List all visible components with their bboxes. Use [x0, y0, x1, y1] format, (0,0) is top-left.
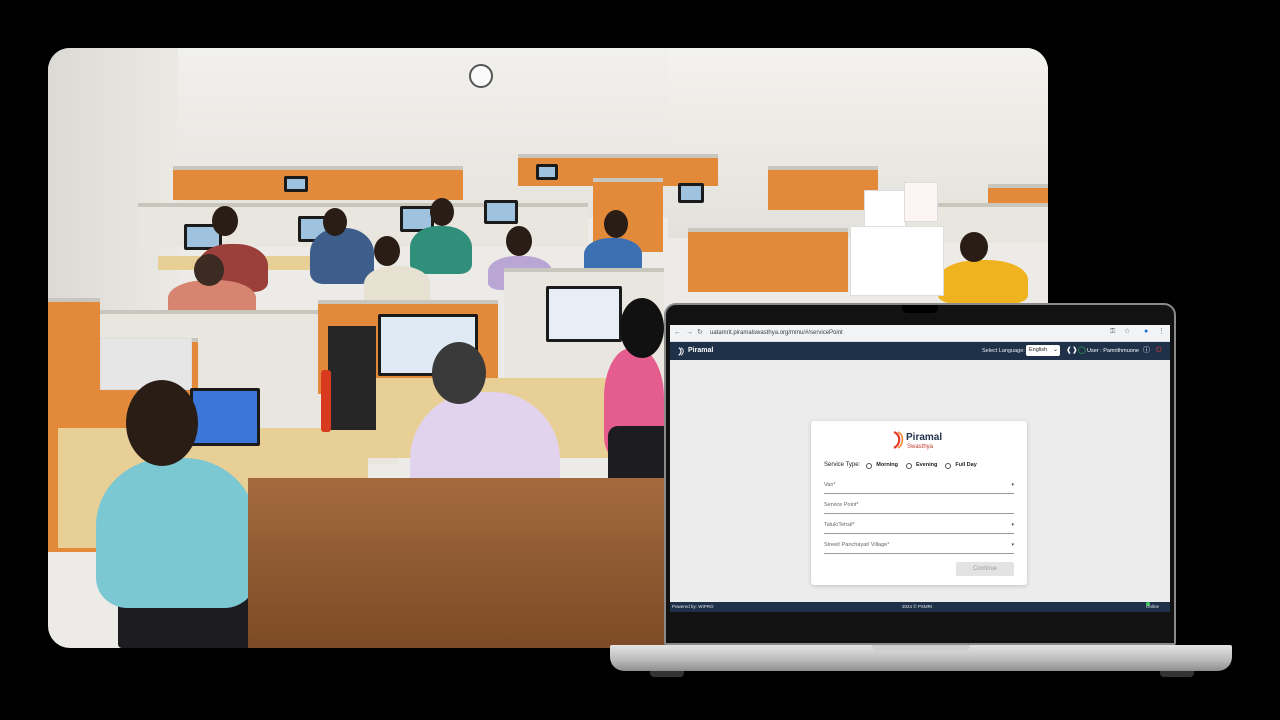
- person-head: [620, 298, 664, 358]
- service-point-card: Piramal Swasthya Service Type: Morning E…: [811, 421, 1027, 585]
- app-footer: Powered by: WIPRO 2024 © PSMRI Online: [670, 602, 1170, 612]
- person: [938, 260, 1028, 304]
- laptop-foot: [650, 671, 684, 677]
- profile-icon[interactable]: ●: [1144, 328, 1148, 336]
- service-type-label: Service Type:: [824, 462, 861, 468]
- piramal-logo-icon: [893, 431, 904, 449]
- app-screen: ← → ↻ uatamrit.piramalswasthya.org/mmu/#…: [670, 325, 1170, 612]
- star-icon[interactable]: ☆: [1124, 328, 1130, 336]
- arrow-right-icon[interactable]: →: [686, 329, 693, 336]
- radio-full-day[interactable]: [945, 462, 952, 469]
- cubicle-panel: [688, 228, 848, 292]
- arrow-left-icon[interactable]: ←: [674, 329, 681, 336]
- person-head: [432, 342, 486, 404]
- laptop-screen: [190, 388, 260, 446]
- brand: Piramal: [677, 346, 713, 356]
- wall-clock-icon: [469, 64, 493, 88]
- copyright-text: 2024 © PSMRI: [902, 604, 933, 609]
- brand-name: Piramal: [688, 347, 714, 354]
- monitor: [546, 286, 622, 342]
- poster: [904, 182, 938, 222]
- online-label: Online: [1146, 604, 1160, 609]
- van-select[interactable]: Van* ▾: [824, 481, 1014, 494]
- person-head: [126, 380, 198, 466]
- help-icon[interactable]: ⓘ: [1143, 346, 1150, 356]
- person-head: [604, 210, 628, 238]
- radio-morning[interactable]: [866, 462, 873, 469]
- cpu-tower: [328, 326, 376, 430]
- person-head: [960, 232, 988, 262]
- person-head: [194, 254, 224, 286]
- browser-address-bar: ← → ↻ uatamrit.piramalswasthya.org/mmu/#…: [670, 325, 1170, 342]
- accessibility-icon[interactable]: ❰❱: [1066, 346, 1078, 356]
- taluk-select[interactable]: Taluk/Tehsil* ▾: [824, 521, 1014, 534]
- caret-down-icon: ▾: [1011, 542, 1014, 548]
- person: [96, 458, 256, 608]
- poster: [864, 190, 906, 228]
- status-icon: ◯: [1078, 347, 1086, 354]
- caret-down-icon: ▾: [1011, 522, 1014, 528]
- option-evening[interactable]: Evening: [916, 461, 937, 470]
- street-label: Street/ Panchayat/ Village*: [824, 542, 890, 548]
- taluk-label: Taluk/Tehsil*: [824, 522, 855, 528]
- main-content: Piramal Swasthya Service Type: Morning E…: [670, 360, 1170, 602]
- option-full-day[interactable]: Full Day: [955, 461, 976, 470]
- power-icon[interactable]: ⏻: [1156, 346, 1162, 356]
- laptop-base: [610, 645, 1232, 671]
- piramal-swasthya-logo: Piramal Swasthya: [891, 429, 961, 453]
- option-morning[interactable]: Morning: [876, 461, 898, 470]
- laptop-foot: [1160, 671, 1194, 677]
- monitor: [678, 183, 704, 203]
- app-header: Piramal Select Language: English ⌄ ❰❱ ◯ …: [670, 342, 1170, 360]
- monitor: [484, 200, 518, 224]
- monitor: [284, 176, 308, 192]
- person-head: [506, 226, 532, 256]
- person: [310, 228, 374, 284]
- continue-button[interactable]: Continue: [956, 562, 1014, 576]
- kebab-menu-icon[interactable]: ⋮: [1158, 328, 1165, 336]
- service-type-group: Service Type: Morning Evening Full Day: [824, 461, 979, 470]
- caret-down-icon: ▾: [1011, 482, 1014, 488]
- logo-sub: Swasthya: [907, 444, 934, 450]
- user-label: User : Pamrithmuone: [1087, 348, 1139, 354]
- quality-check-poster: [850, 226, 944, 296]
- cubicle-row: [768, 166, 878, 210]
- service-point-field[interactable]: Service Point*: [824, 501, 1014, 514]
- street-select[interactable]: Street/ Panchayat/ Village* ▾: [824, 541, 1014, 554]
- person-head: [430, 198, 454, 226]
- language-value: English: [1029, 347, 1048, 353]
- chevron-down-icon: ⌄: [1052, 347, 1058, 353]
- url-text[interactable]: uatamrit.piramalswasthya.org/mmu/#/servi…: [710, 329, 843, 337]
- van-label: Van*: [824, 482, 836, 488]
- reload-icon[interactable]: ↻: [697, 329, 703, 336]
- radio-evening[interactable]: [905, 462, 912, 469]
- select-language-label: Select Language:: [982, 348, 1025, 354]
- person-head: [323, 208, 347, 236]
- cubicle-row: [173, 166, 463, 200]
- person-head: [212, 206, 238, 236]
- language-select[interactable]: English ⌄: [1026, 345, 1060, 356]
- person-head: [374, 236, 400, 266]
- piramal-logo-icon: [678, 346, 684, 356]
- water-bottle: [321, 370, 331, 432]
- person: [410, 226, 472, 274]
- camera-notch: [902, 305, 938, 313]
- powered-by-text: Powered by: WIPRO: [672, 604, 714, 609]
- monitor: [536, 164, 558, 180]
- key-icon[interactable]: ⚿: [1110, 328, 1115, 336]
- service-point-label: Service Point*: [824, 502, 859, 508]
- poster: [100, 338, 192, 390]
